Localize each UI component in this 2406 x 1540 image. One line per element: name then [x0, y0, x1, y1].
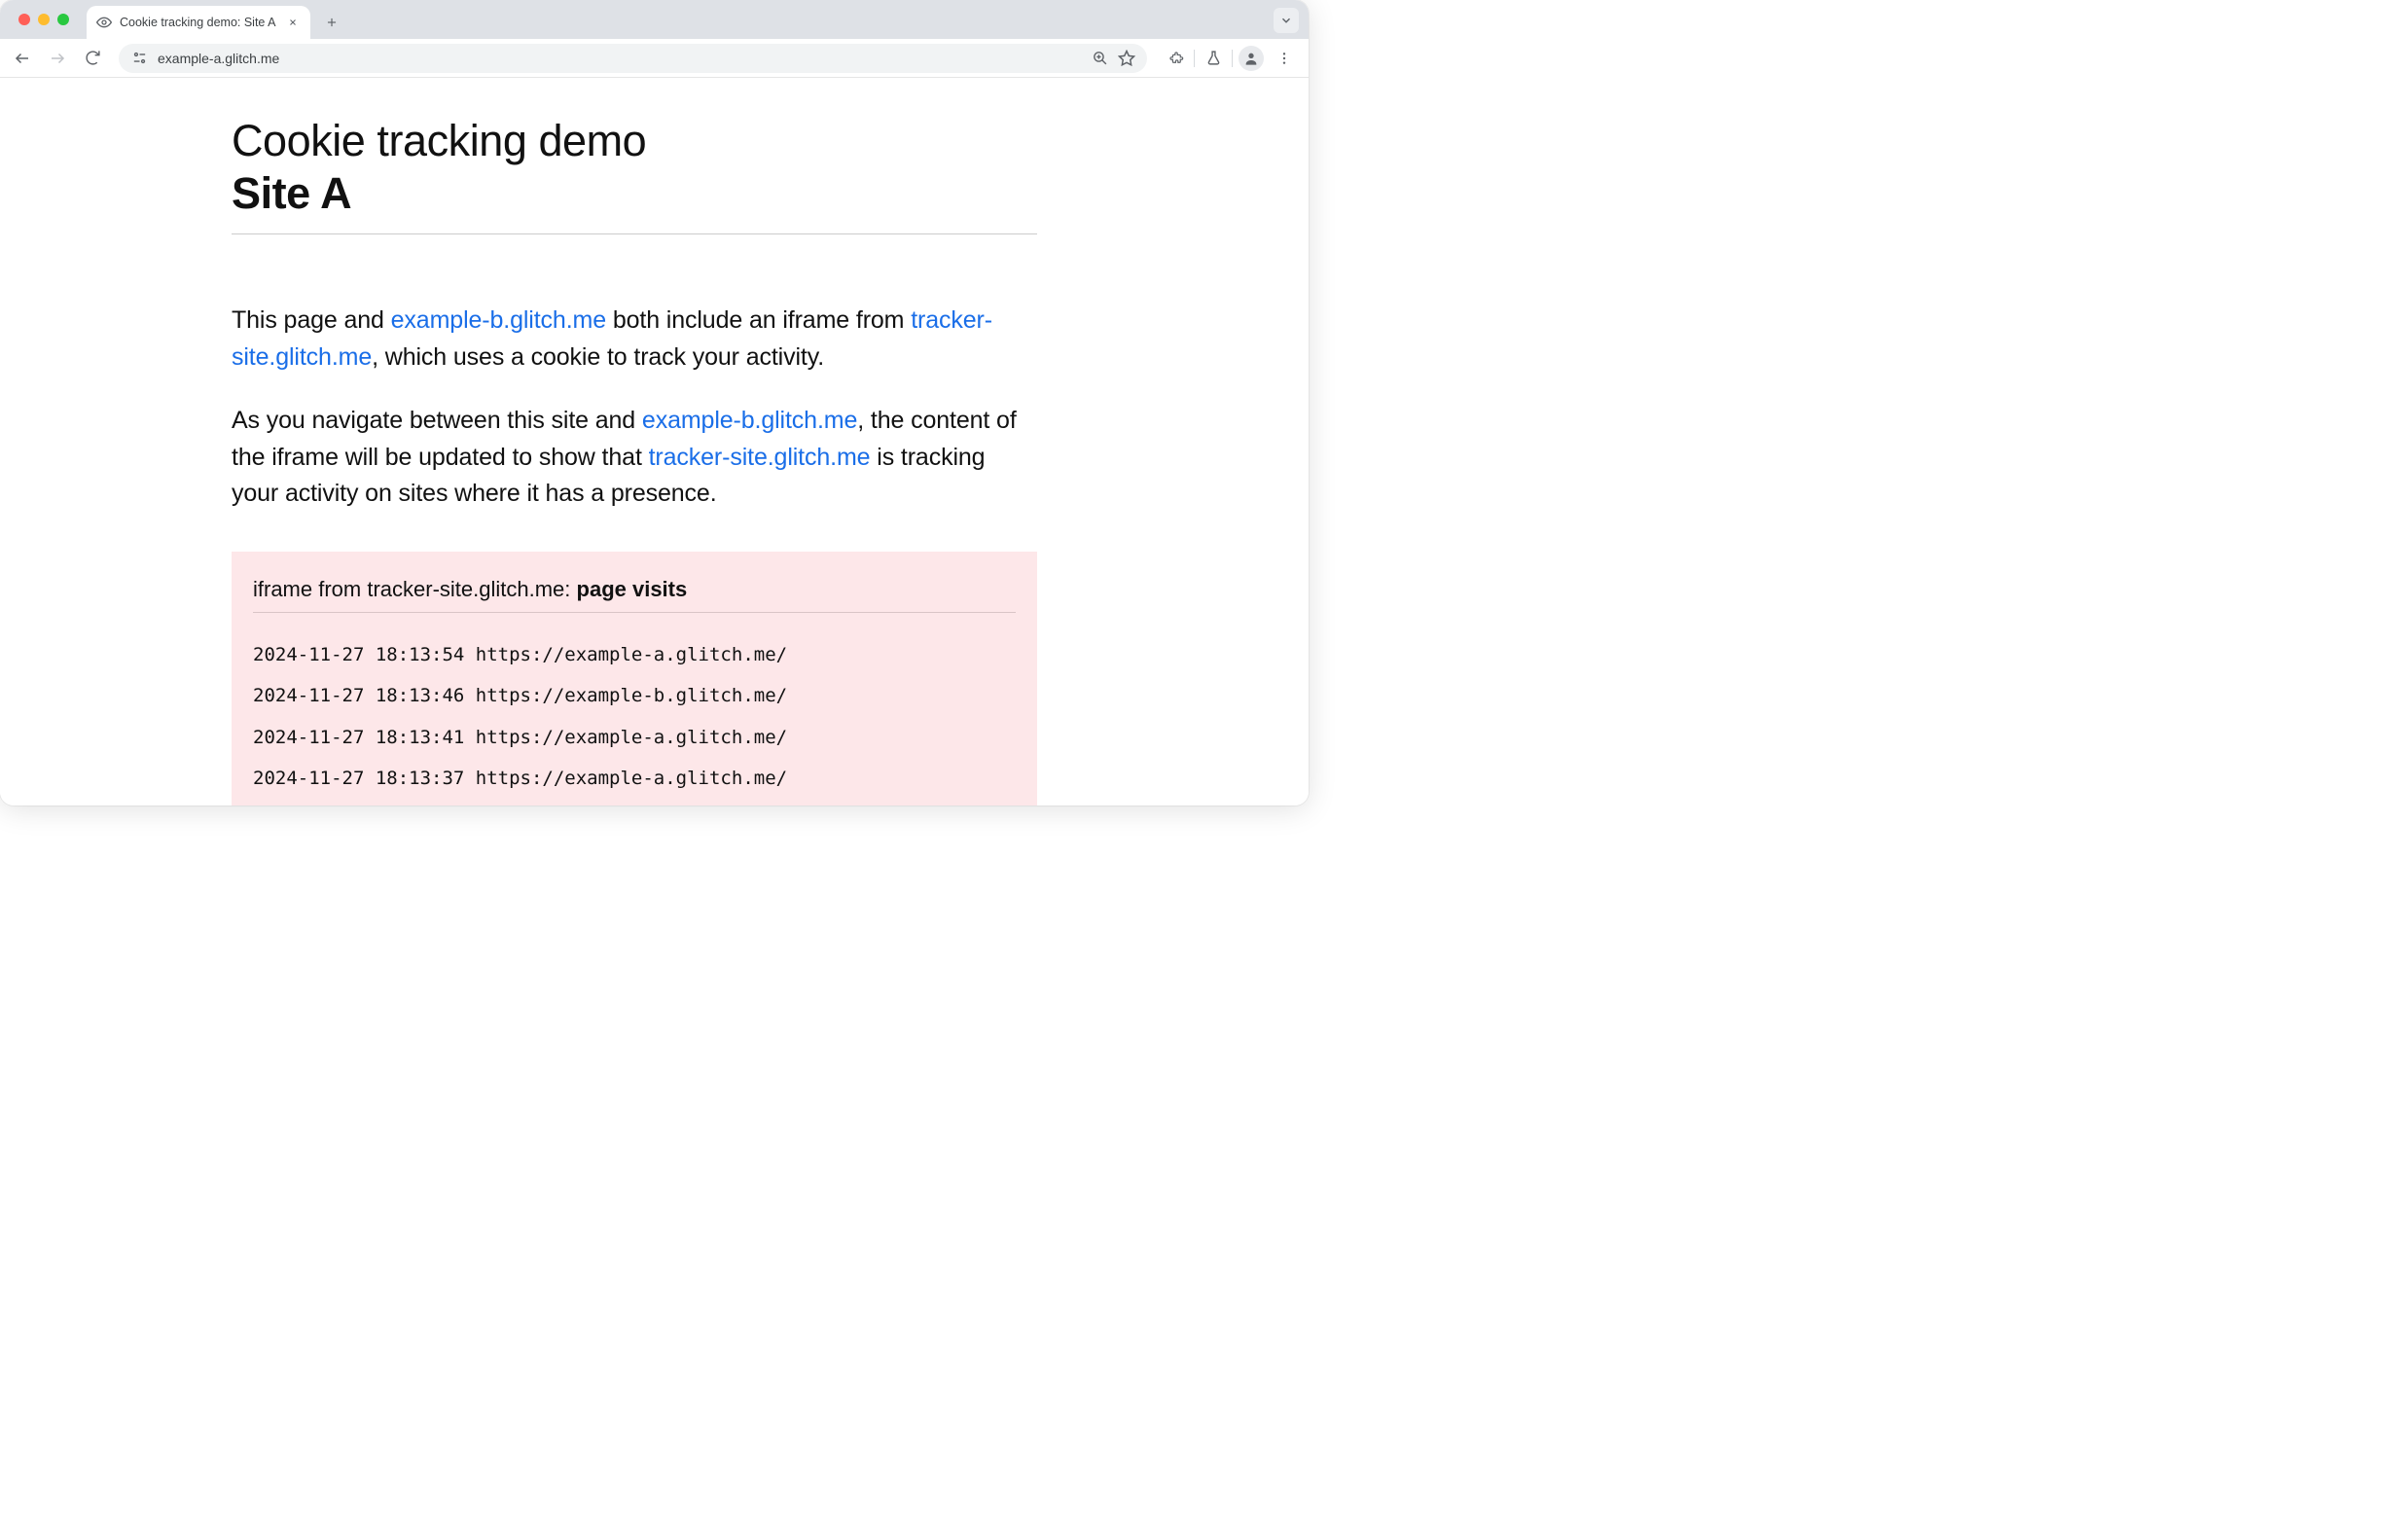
bookmark-star-icon[interactable]: [1118, 50, 1135, 67]
labs-button[interactable]: [1197, 44, 1230, 73]
page-heading: Cookie tracking demo Site A: [232, 115, 1037, 220]
separator: [1232, 50, 1233, 67]
close-window-button[interactable]: [18, 14, 30, 25]
reload-button[interactable]: [78, 44, 107, 73]
profile-button[interactable]: [1239, 46, 1264, 71]
visits-log: 2024-11-27 18:13:54 https://example-a.gl…: [253, 625, 1016, 806]
visit-row: 2024-11-27 18:13:54 https://example-a.gl…: [253, 645, 1016, 665]
page-viewport: Cookie tracking demo Site A This page an…: [0, 78, 1309, 806]
heading-divider: [232, 233, 1037, 234]
tab-overflow-button[interactable]: [1274, 8, 1299, 33]
heading-line2: Site A: [232, 167, 1037, 220]
close-tab-button[interactable]: [285, 15, 301, 30]
heading-line1: Cookie tracking demo: [232, 116, 646, 165]
back-button[interactable]: [8, 44, 37, 73]
visit-row: 2024-11-27 18:13:37 https://example-a.gl…: [253, 769, 1016, 789]
visit-row: 2024-11-27 18:13:46 https://example-b.gl…: [253, 686, 1016, 706]
link-tracker-site[interactable]: tracker-site.glitch.me: [649, 444, 871, 471]
minimize-window-button[interactable]: [38, 14, 50, 25]
new-tab-button[interactable]: [318, 9, 345, 36]
visit-row: 2024-11-27 18:13:41 https://example-a.gl…: [253, 728, 1016, 748]
browser-window: Cookie tracking demo: Site A example-a.g…: [0, 0, 1309, 806]
maximize-window-button[interactable]: [57, 14, 69, 25]
page-content: Cookie tracking demo Site A This page an…: [232, 78, 1037, 806]
forward-button[interactable]: [43, 44, 72, 73]
separator: [1194, 50, 1195, 67]
link-example-b[interactable]: example-b.glitch.me: [642, 407, 857, 434]
zoom-icon[interactable]: [1092, 50, 1108, 66]
toolbar: example-a.glitch.me: [0, 39, 1309, 78]
site-settings-icon[interactable]: [130, 50, 148, 67]
toolbar-right: [1159, 44, 1301, 73]
tracker-iframe: iframe from tracker-site.glitch.me: page…: [232, 552, 1037, 806]
browser-tab[interactable]: Cookie tracking demo: Site A: [87, 6, 310, 39]
menu-button[interactable]: [1268, 44, 1301, 73]
intro-paragraph-2: As you navigate between this site and ex…: [232, 403, 1037, 513]
tab-title: Cookie tracking demo: Site A: [120, 16, 276, 29]
address-bar[interactable]: example-a.glitch.me: [119, 44, 1147, 73]
tab-strip: Cookie tracking demo: Site A: [0, 0, 1309, 39]
iframe-heading: iframe from tracker-site.glitch.me: page…: [253, 577, 1016, 613]
intro-paragraph-1: This page and example-b.glitch.me both i…: [232, 303, 1037, 376]
eye-icon: [96, 15, 112, 30]
url-text: example-a.glitch.me: [158, 51, 1082, 66]
extensions-button[interactable]: [1159, 44, 1192, 73]
link-example-b[interactable]: example-b.glitch.me: [391, 306, 606, 334]
window-controls: [12, 0, 87, 39]
